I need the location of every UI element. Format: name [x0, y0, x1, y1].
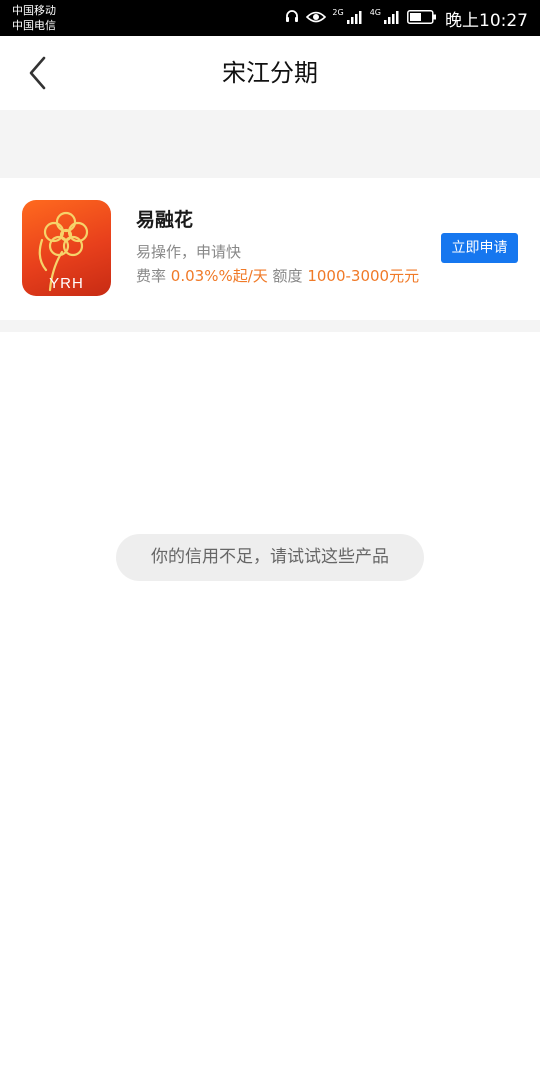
app-logo: YRH — [22, 200, 111, 296]
rate-value: 0.03%%起/天 — [170, 267, 268, 285]
network-type-1: 2G — [332, 7, 344, 17]
limit-value: 1000-3000元元 — [307, 267, 420, 285]
status-bar: 中国移动 中国电信 2G 4G 晚上10:27 — [0, 0, 540, 36]
battery-icon — [407, 9, 437, 28]
app-header: 宋江分期 — [0, 36, 540, 110]
status-icons: 2G 4G 晚上10:27 — [284, 0, 528, 36]
network-type-2: 4G — [369, 7, 381, 17]
product-slogan: 易操作，申请快 — [136, 243, 242, 261]
apply-now-button[interactable]: 立即申请 — [441, 233, 518, 263]
card-divider — [0, 320, 540, 332]
page-title: 宋江分期 — [222, 59, 318, 87]
eye-icon — [306, 9, 327, 28]
product-terms: 费率 0.03%%起/天 额度 1000-3000元元 — [136, 266, 419, 286]
toast-message: 你的信用不足，请试试这些产品 — [116, 534, 424, 581]
headphones-icon — [284, 8, 300, 28]
carrier-secondary: 中国电信 — [12, 19, 56, 32]
product-card[interactable]: YRH 易融花 易操作，申请快 费率 0.03%%起/天 额度 1000-300… — [0, 178, 540, 320]
rate-label: 费率 — [136, 267, 167, 285]
signal-icon — [346, 9, 364, 28]
carrier-primary: 中国移动 — [12, 4, 56, 17]
limit-label: 额度 — [272, 267, 303, 285]
clock: 晚上10:27 — [445, 10, 528, 31]
signal-icon — [383, 9, 401, 28]
section-divider — [0, 110, 540, 178]
logo-text: YRH — [49, 275, 84, 292]
product-name: 易融花 — [136, 209, 194, 231]
